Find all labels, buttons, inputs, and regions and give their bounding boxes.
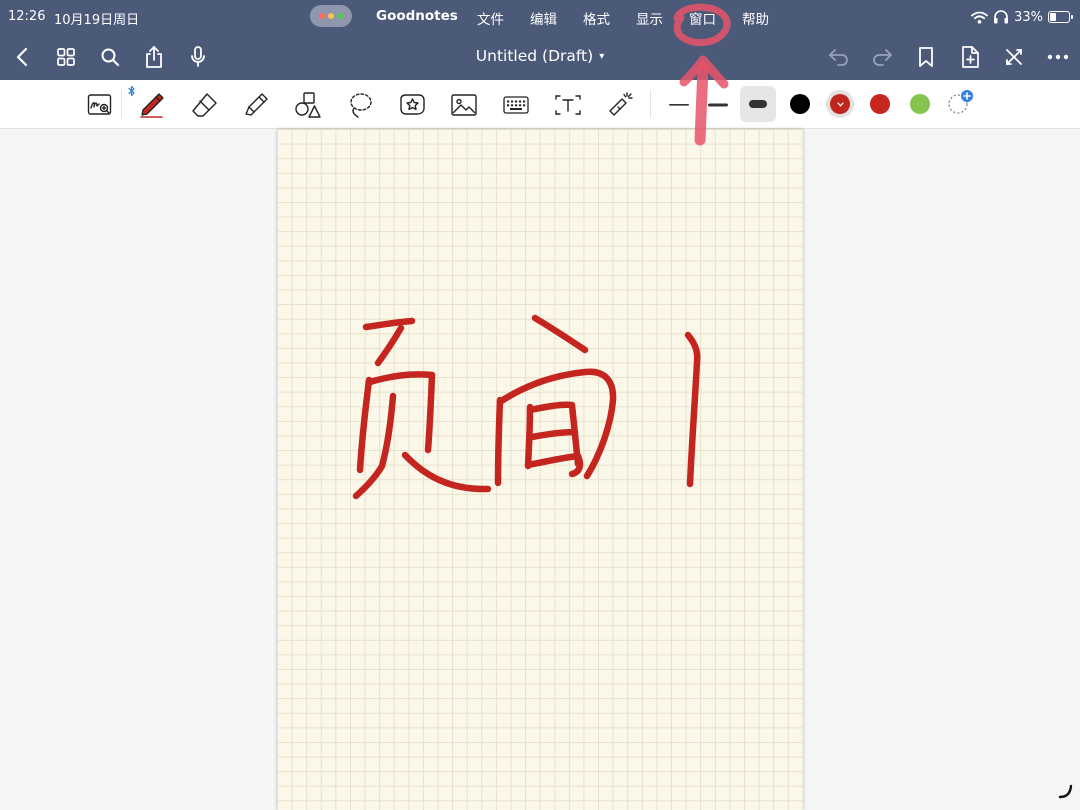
menu-item-help[interactable]: 帮助 [742, 8, 769, 28]
bookmark-icon[interactable] [912, 43, 940, 71]
search-icon[interactable] [96, 43, 124, 71]
redo-icon[interactable] [868, 43, 896, 71]
stroke-thin-option[interactable] [664, 90, 694, 120]
lasso-icon[interactable] [345, 90, 375, 120]
image-icon[interactable] [449, 90, 479, 120]
back-icon[interactable] [8, 43, 36, 71]
add-color-icon[interactable] [947, 90, 973, 116]
eraser-icon[interactable] [189, 90, 219, 120]
menu-item-edit[interactable]: 编辑 [530, 8, 557, 28]
navigation-bar: Untitled (Draft) ▾ [0, 34, 1080, 80]
document-title[interactable]: Untitled (Draft) ▾ [440, 47, 640, 65]
toolbar-separator [121, 90, 122, 118]
sticker-icon[interactable] [397, 90, 427, 120]
canvas-area[interactable] [0, 129, 1080, 810]
minimize-dot-icon[interactable] [328, 13, 334, 19]
text-icon[interactable] [553, 90, 583, 120]
pen-icon[interactable] [137, 90, 167, 120]
color-swatch-red[interactable] [870, 94, 890, 114]
color-swatch-green[interactable] [910, 94, 930, 114]
handwriting-zoom-icon[interactable] [85, 90, 115, 120]
menu-item-window[interactable]: 窗口 [689, 8, 716, 28]
battery-icon [1048, 11, 1073, 23]
resize-corner-icon[interactable] [1058, 783, 1074, 799]
highlighter-icon[interactable] [241, 90, 271, 120]
undo-icon[interactable] [825, 43, 853, 71]
menu-item-format[interactable]: 格式 [583, 8, 610, 28]
note-page[interactable] [277, 129, 803, 810]
battery-percent: 33% [1014, 9, 1043, 25]
headphones-icon [994, 10, 1009, 24]
zoom-dot-icon[interactable] [337, 13, 343, 19]
microphone-icon[interactable] [184, 43, 212, 71]
status-date: 10月19日周日 [54, 13, 140, 28]
keyboard-icon[interactable] [501, 90, 531, 120]
more-icon[interactable] [1044, 43, 1072, 71]
chevron-down-icon: ▾ [599, 51, 605, 62]
share-icon[interactable] [140, 43, 168, 71]
close-dot-icon[interactable] [319, 13, 325, 19]
laser-pointer-icon[interactable] [605, 90, 635, 120]
menu-bar: 12:26 10月19日周日 Goodnotes 文件 编辑 格式 显示 窗口 … [0, 0, 1080, 34]
add-page-icon[interactable] [956, 43, 984, 71]
chevron-down-icon [836, 101, 844, 107]
document-title-text: Untitled (Draft) [475, 47, 594, 65]
color-swatch-red-selected[interactable] [830, 94, 850, 114]
color-swatch-black[interactable] [790, 94, 810, 114]
grid-icon[interactable] [52, 43, 80, 71]
status-right: 33% [971, 7, 1073, 27]
shapes-icon[interactable] [293, 90, 323, 120]
menu-app-name[interactable]: Goodnotes [376, 8, 458, 24]
menu-item-view[interactable]: 显示 [636, 8, 663, 28]
stroke-medium-option[interactable] [703, 90, 733, 120]
status-time: 12:26 [8, 9, 46, 24]
bluetooth-icon [128, 85, 135, 97]
wifi-icon [971, 11, 988, 24]
window-controls[interactable] [310, 5, 352, 27]
close-icon[interactable] [1000, 43, 1028, 71]
toolbar-separator-2 [650, 90, 651, 118]
stroke-thick-option[interactable] [740, 86, 776, 122]
menu-item-file[interactable]: 文件 [477, 8, 504, 28]
